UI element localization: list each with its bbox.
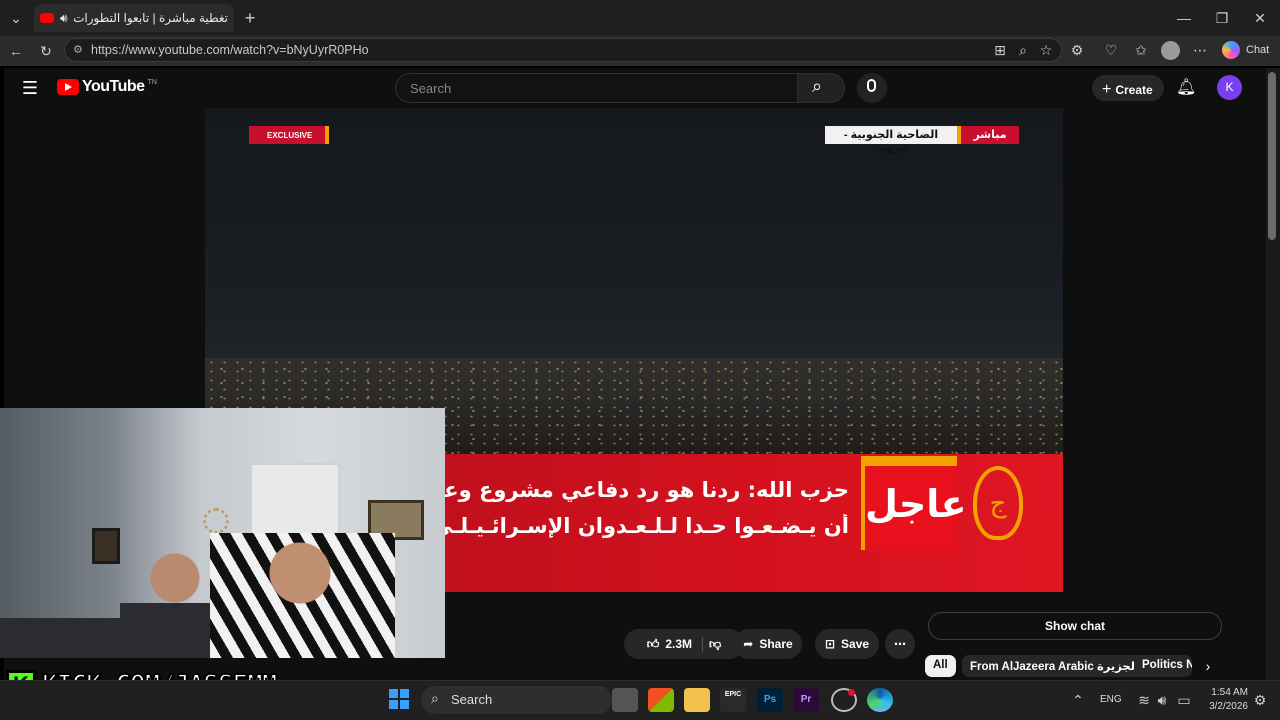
create-button[interactable]: + Create xyxy=(1092,75,1164,101)
youtube-favicon-icon xyxy=(40,13,54,23)
youtube-country-code: TN xyxy=(147,78,157,86)
voice-search-button[interactable] xyxy=(857,73,887,103)
wall-decoration xyxy=(203,508,229,534)
thumbs-down-icon: 👎︎ xyxy=(709,636,722,651)
maximize-window-button[interactable]: ❐ xyxy=(1212,8,1232,28)
thumbs-up-icon: 👍︎ xyxy=(646,636,660,651)
webcam-overlay xyxy=(0,408,445,658)
reload-icon[interactable]: ↻ xyxy=(36,41,56,61)
windows-start-icon[interactable] xyxy=(389,689,409,709)
input-language[interactable]: ENG xyxy=(1100,694,1122,705)
search-icon: ⌕ xyxy=(812,76,823,96)
chip-politics[interactable]: Politics N xyxy=(1134,655,1192,677)
microphone-icon xyxy=(867,79,876,92)
microsoft-store-icon[interactable] xyxy=(648,688,674,712)
dislike-button[interactable]: 👎︎ xyxy=(709,637,721,652)
save-button[interactable]: ⊡ Save xyxy=(815,629,879,659)
wall-picture-frame xyxy=(92,528,120,564)
exclusive-tag: EXCLUSIVE xyxy=(249,126,329,144)
photoshop-icon[interactable]: Ps xyxy=(757,688,783,712)
tab-title: تغطية مباشرة | تابعوا التطورات xyxy=(73,11,228,25)
account-avatar[interactable]: K xyxy=(1217,75,1242,100)
aljazeera-logo-icon: ﺝ xyxy=(973,466,1023,540)
youtube-logo[interactable]: YouTube TN xyxy=(57,78,157,96)
favorite-star-icon[interactable]: ☆ xyxy=(1036,40,1056,60)
site-info-icon[interactable]: ⚙︎ xyxy=(73,43,83,56)
search-button[interactable]: ⌕ xyxy=(797,73,845,103)
youtube-play-icon xyxy=(57,79,79,95)
wifi-icon[interactable]: ≋ xyxy=(1134,690,1154,710)
browser-tab-bar: ⌄ 🔊︎ تغطية مباشرة | تابعوا التطورات + — … xyxy=(0,0,1280,36)
copilot-chat-button[interactable]: Chat xyxy=(1222,41,1269,59)
more-menu-icon[interactable]: ⋯ xyxy=(1190,40,1210,60)
show-chat-button[interactable]: Show chat xyxy=(928,612,1222,640)
live-label: مباشر xyxy=(961,126,1019,144)
hamburger-menu-icon[interactable]: ☰ xyxy=(20,78,40,98)
audio-playing-icon[interactable]: 🔊︎ xyxy=(60,11,68,26)
app-available-icon[interactable]: ⊞ xyxy=(990,40,1010,60)
share-label: Share xyxy=(759,637,793,651)
location-bug: الضاحية الجنوبية - بيروت مباشر xyxy=(825,126,1019,154)
zoom-icon[interactable]: ⌕ xyxy=(1013,40,1033,60)
location-label: الضاحية الجنوبية - بيروت xyxy=(825,126,961,154)
like-count: 2.3M xyxy=(665,637,693,651)
urgent-label: عاجل xyxy=(861,456,967,550)
file-explorer-icon[interactable] xyxy=(684,688,710,712)
new-tab-button[interactable]: + xyxy=(240,8,260,28)
favorites-icon[interactable]: ✩ xyxy=(1131,40,1151,60)
epic-games-icon[interactable]: EPIC xyxy=(720,688,746,712)
youtube-search-input[interactable]: Search xyxy=(395,73,798,103)
show-hidden-icons-chevron[interactable]: ⌃ xyxy=(1068,690,1088,710)
tab-list-chevron-icon[interactable]: ⌄ xyxy=(6,8,26,28)
minimize-window-button[interactable]: — xyxy=(1174,8,1194,28)
chips-next-chevron-icon[interactable]: › xyxy=(1198,656,1218,676)
plus-icon: + xyxy=(1102,81,1112,98)
premiere-pro-icon[interactable]: Pr xyxy=(793,688,819,712)
bookmark-icon: ⊡ xyxy=(824,637,836,651)
copilot-icon xyxy=(1222,41,1240,59)
taskbar-search-icon: ⌕ xyxy=(431,690,439,706)
windows-taskbar xyxy=(0,680,1280,720)
url-text: https://www.youtube.com/watch?v=bNyUyrR0… xyxy=(91,43,369,57)
youtube-wordmark: YouTube xyxy=(82,78,145,95)
chip-all[interactable]: All xyxy=(925,655,956,677)
battery-icon[interactable]: ▭ xyxy=(1174,690,1194,710)
share-button[interactable]: ➦ Share xyxy=(734,629,802,659)
browser-essentials-icon[interactable]: ♡ xyxy=(1101,40,1121,60)
profile-avatar[interactable] xyxy=(1161,41,1180,60)
more-dots-icon: ⋯ xyxy=(894,637,906,651)
taskbar-search-label: Search xyxy=(451,692,493,707)
clock-date: 3/2/2026 xyxy=(1209,701,1248,712)
back-arrow-icon[interactable]: ← xyxy=(6,41,26,61)
notifications-bell-icon[interactable]: 🔔︎ xyxy=(1176,78,1196,98)
streamer-person-right xyxy=(210,533,395,658)
like-button[interactable]: 👍︎ 2.3M xyxy=(646,636,704,652)
taskbar-search-box[interactable]: ⌕ Search xyxy=(421,686,612,714)
volume-icon[interactable]: 🔊︎ xyxy=(1152,690,1172,710)
close-window-button[interactable]: ✕ xyxy=(1250,8,1270,28)
like-dislike-group: 👍︎ 2.3M 👎︎ xyxy=(624,629,744,659)
edge-browser-icon[interactable] xyxy=(867,688,893,712)
save-label: Save xyxy=(841,637,870,651)
address-bar[interactable]: ⚙︎ https://www.youtube.com/watch?v=bNyUy… xyxy=(64,38,1062,62)
clock-time: 1:54 AM xyxy=(1211,687,1248,698)
scrollbar-thumb[interactable] xyxy=(1268,72,1276,240)
share-arrow-icon: ➦ xyxy=(743,637,754,651)
recording-badge xyxy=(848,689,855,696)
system-clock[interactable]: 1:54 AM 3/2/2026 xyxy=(1198,686,1248,714)
notification-center-icon[interactable]: ⚙︎ xyxy=(1250,690,1270,710)
chat-label: Chat xyxy=(1246,44,1270,56)
extensions-icon[interactable]: ⚙︎ xyxy=(1067,40,1087,60)
create-label: Create xyxy=(1115,83,1153,97)
browser-tab[interactable]: 🔊︎ تغطية مباشرة | تابعوا التطورات xyxy=(34,4,234,32)
task-view-icon[interactable] xyxy=(612,688,638,712)
more-actions-button[interactable]: ⋯ xyxy=(885,629,915,659)
